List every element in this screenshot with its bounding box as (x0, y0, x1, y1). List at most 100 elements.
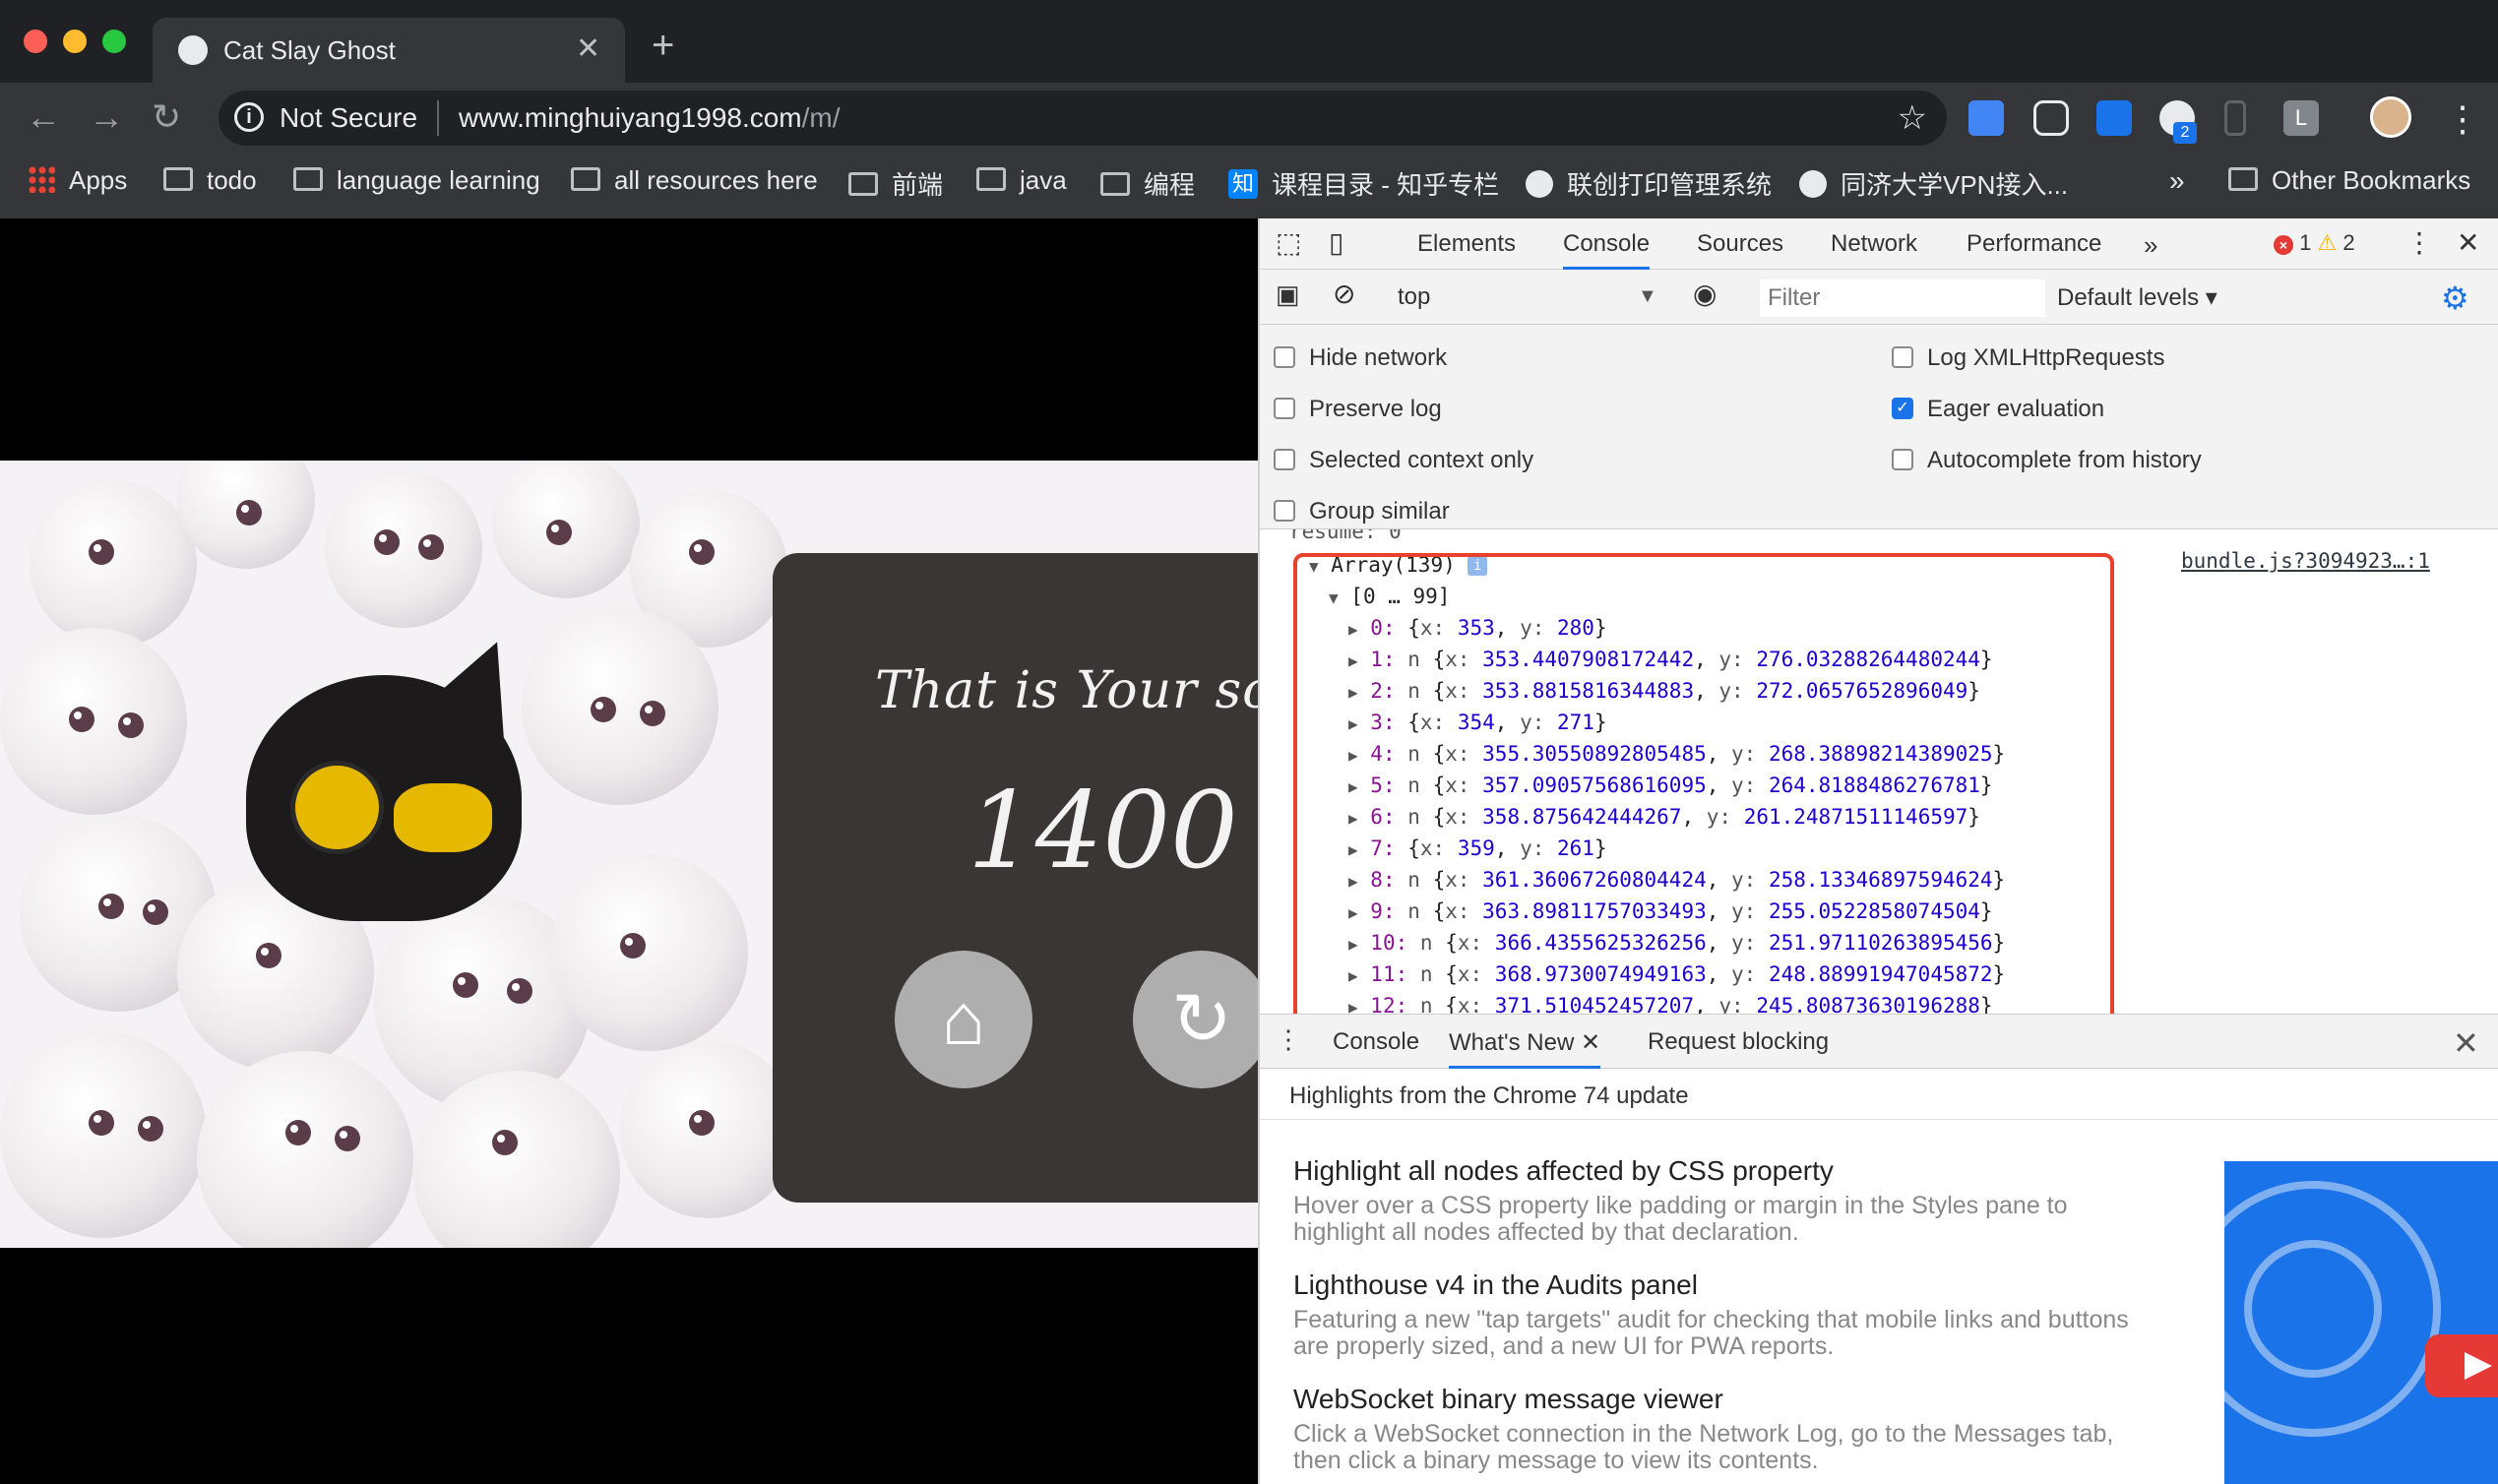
tab-performance[interactable]: Performance (1967, 230, 2101, 258)
autocomplete-history-option[interactable]: Autocomplete from history (1892, 447, 2202, 474)
replay-button[interactable]: ↻ (1133, 951, 1258, 1088)
checkbox[interactable] (1892, 345, 1913, 368)
preserve-log-option[interactable]: Preserve log (1274, 396, 1442, 423)
tab-sources[interactable]: Sources (1697, 230, 1783, 258)
ghost-eye (285, 1120, 311, 1145)
info-icon[interactable]: i (234, 102, 264, 132)
sidebar-toggle-icon[interactable]: ▣ (1276, 279, 1300, 310)
browser-tab[interactable]: Cat Slay Ghost ✕ (153, 18, 625, 83)
bookmark-apps[interactable]: Apps (28, 165, 127, 196)
gear-icon[interactable]: ⚙ (2441, 279, 2469, 317)
bookmark-todo[interactable]: todo (163, 165, 257, 196)
browser-menu-icon[interactable]: ⋮ (2445, 98, 2480, 140)
close-window-button[interactable] (24, 30, 47, 53)
folder-icon (571, 167, 600, 192)
zoom-window-button[interactable] (102, 30, 126, 53)
devtools-panel: ⬚ ▯ Elements Console Sources Network Per… (1258, 218, 2498, 1484)
close-drawer-icon[interactable]: ✕ (2453, 1024, 2479, 1062)
address-bar[interactable]: i Not Secure www.minghuiyang1998.com/m/ … (219, 91, 1947, 146)
l-extension-icon[interactable]: L (2283, 100, 2319, 136)
filter-input[interactable] (1760, 279, 2045, 317)
partial-log-line: resume: 0 (1289, 529, 1402, 543)
s-extension-icon[interactable] (2096, 100, 2132, 136)
group-similar-option[interactable]: Group similar (1274, 498, 1450, 526)
tab-close-button[interactable]: ✕ (576, 31, 600, 66)
tab-elements[interactable]: Elements (1417, 230, 1516, 258)
tab-console[interactable]: Console (1563, 230, 1651, 271)
game-viewport[interactable]: That is Your scor 1400 ⌂ ↻ (0, 218, 1258, 1484)
context-select[interactable]: top (1398, 283, 1430, 311)
log-levels-select[interactable]: Default levels ▾ (2057, 283, 2217, 312)
home-button[interactable]: ⌂ (895, 951, 1032, 1088)
checkbox[interactable] (1892, 448, 1913, 470)
devtools-menu-icon[interactable]: ⋮ (2405, 226, 2433, 259)
extension-icon[interactable] (2033, 100, 2069, 136)
bookmark-java[interactable]: java (976, 165, 1067, 196)
bookmark-programming[interactable]: 编程 (1100, 165, 1195, 202)
more-tabs-button[interactable]: » (2144, 230, 2157, 261)
url-text[interactable]: www.minghuiyang1998.com/m/ (459, 102, 841, 134)
new-tab-button[interactable]: + (652, 24, 674, 68)
ghost-eye (335, 1126, 360, 1151)
bookmark-print-system[interactable]: 联创打印管理系统 (1526, 165, 1772, 202)
inspect-element-icon[interactable]: ⬚ (1276, 226, 1301, 259)
bookmark-label: 前端 (892, 170, 944, 200)
source-link[interactable]: bundle.js?3094923…:1 (2181, 549, 2430, 573)
error-warning-counter[interactable]: × 1 ⚠ 2 (2274, 230, 2355, 256)
translate-extension-icon[interactable] (1968, 100, 2004, 136)
bookmark-extension-icon[interactable] (2224, 100, 2246, 136)
drawer-tab-request-blocking[interactable]: Request blocking (1648, 1028, 1829, 1056)
checkbox[interactable] (1274, 397, 1295, 419)
eager-evaluation-option[interactable]: ✓ Eager evaluation (1892, 396, 2104, 423)
game-scene[interactable]: That is Your scor 1400 ⌂ ↻ (0, 461, 1258, 1248)
selected-context-option[interactable]: Selected context only (1274, 447, 1533, 474)
other-bookmarks[interactable]: Other Bookmarks (2228, 165, 2470, 196)
checkbox[interactable] (1274, 345, 1295, 368)
error-count: 1 (2299, 230, 2312, 255)
ghost (492, 461, 640, 598)
whats-new-item-title[interactable]: WebSocket binary message viewer (1293, 1384, 1723, 1415)
whats-new-video-thumbnail[interactable] (2224, 1161, 2498, 1484)
play-icon[interactable] (2425, 1334, 2498, 1397)
checkbox[interactable] (1274, 499, 1295, 522)
console-toolbar: ▣ ⊘ top ▼ ◉ Default levels ▾ ⚙ (1260, 270, 2498, 325)
tab-network[interactable]: Network (1831, 230, 1917, 258)
minimize-window-button[interactable] (63, 30, 87, 53)
back-icon[interactable]: ← (26, 96, 61, 138)
ghost-eye (89, 539, 114, 565)
device-toolbar-icon[interactable]: ▯ (1329, 226, 1343, 259)
hide-network-option[interactable]: Hide network (1274, 344, 1447, 372)
checkbox[interactable] (1274, 448, 1295, 470)
bookmark-frontend[interactable]: 前端 (848, 165, 943, 202)
security-label[interactable]: Not Secure (280, 102, 417, 134)
bookmark-label: all resources here (614, 165, 818, 195)
bookmark-zhihu[interactable]: 知课程目录 - 知乎专栏 (1228, 165, 1499, 202)
ghost (522, 608, 718, 805)
ghost (551, 854, 748, 1051)
bookmarks-overflow-button[interactable]: » (2169, 165, 2185, 197)
bookmark-tongji-vpn[interactable]: 同济大学VPN接入... (1799, 165, 2068, 202)
drawer-tab-whats-new[interactable]: What's New ✕ (1449, 1028, 1601, 1070)
highlight-box (1293, 553, 2114, 1014)
ghost (197, 1051, 413, 1248)
drawer-menu-icon[interactable]: ⋮ (1276, 1024, 1301, 1055)
caret-down-icon[interactable]: ▼ (1638, 285, 1657, 308)
bookmark-star-icon[interactable]: ☆ (1898, 98, 1927, 138)
zhihu-icon: 知 (1228, 169, 1258, 200)
forward-icon[interactable]: → (89, 96, 124, 138)
checkbox-checked[interactable]: ✓ (1892, 397, 1913, 419)
whats-new-item-title[interactable]: Highlight all nodes affected by CSS prop… (1293, 1155, 1834, 1187)
bookmark-language-learning[interactable]: language learning (293, 165, 540, 196)
bookmark-all-resources[interactable]: all resources here (571, 165, 818, 196)
close-devtools-icon[interactable]: ✕ (2457, 226, 2479, 259)
profile-avatar[interactable] (2370, 96, 2411, 138)
clear-console-icon[interactable]: ⊘ (1333, 278, 1355, 310)
eye-icon[interactable]: ◉ (1693, 278, 1717, 310)
close-tab-icon[interactable]: ✕ (1581, 1029, 1600, 1056)
log-xhr-option[interactable]: Log XMLHttpRequests (1892, 344, 2164, 372)
ghost-eye (640, 701, 665, 726)
drawer-tab-console[interactable]: Console (1333, 1028, 1419, 1056)
console-log[interactable]: resume: 0 bundle.js?3094923…:1 ▼ Array(1… (1260, 529, 2498, 1014)
reload-icon[interactable]: ↻ (152, 96, 181, 138)
whats-new-item-title[interactable]: Lighthouse v4 in the Audits panel (1293, 1269, 1698, 1301)
